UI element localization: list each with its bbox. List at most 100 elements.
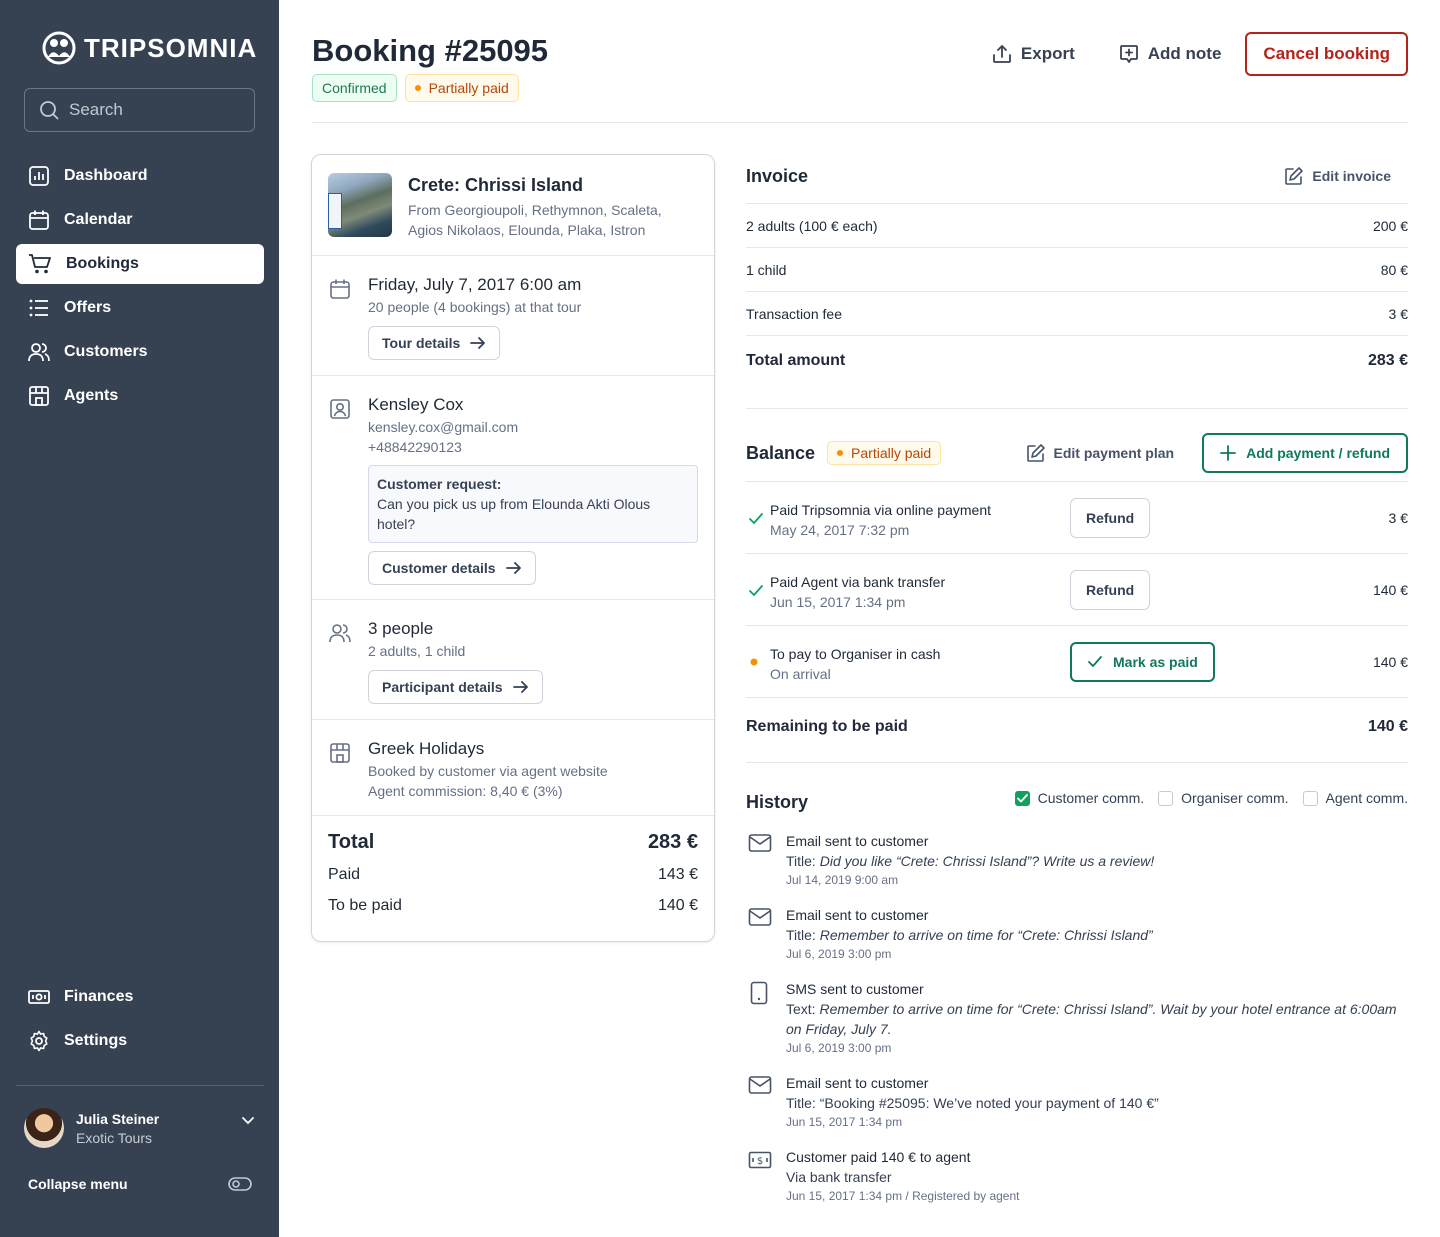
invoice-total-label: Total amount <box>746 351 846 369</box>
invoice-line-label: 2 adults (100 € each) <box>746 217 878 234</box>
history-prefix: Via bank transfer <box>786 1169 892 1185</box>
tour-pickup-line2: Agios Nikolaos, Elounda, Plaka, Istron <box>408 222 646 238</box>
users-icon <box>329 622 351 644</box>
add-payment-button[interactable]: Add payment / refund <box>1202 433 1408 473</box>
main-nav: Dashboard Calendar Bookings Offers Custo… <box>16 156 264 420</box>
filter-agent-comm[interactable]: Agent comm. <box>1302 790 1408 806</box>
payment-amount: 3 € <box>1388 510 1408 526</box>
filter-organiser-comm[interactable]: Organiser comm. <box>1158 790 1289 806</box>
invoice-total-row: Total amount 283 € <box>746 335 1408 385</box>
phone-icon <box>750 981 768 1005</box>
edit-invoice-link[interactable]: Edit invoice <box>1284 166 1391 186</box>
history-date: Jul 14, 2019 9:00 am <box>786 873 899 887</box>
history-text: Did you like “Crete: Chrissi Island”? Wr… <box>819 853 1155 869</box>
filter-label: Agent comm. <box>1325 790 1408 806</box>
search-icon <box>39 100 59 120</box>
add-note-button[interactable]: Add note <box>1097 32 1244 76</box>
nav-label: Bookings <box>66 255 139 272</box>
mail-icon <box>748 1075 772 1095</box>
edit-payment-plan-link[interactable]: Edit payment plan <box>1026 443 1175 463</box>
customer-request: Customer request: Can you pick us up fro… <box>368 465 698 543</box>
mark-as-paid-button[interactable]: Mark as paid <box>1070 642 1215 682</box>
booking-totals: Total 283 € Paid 143 € To be paid 140 € <box>328 831 698 915</box>
edit-invoice-label: Edit invoice <box>1312 168 1391 184</box>
checkbox[interactable] <box>1158 790 1174 806</box>
paid-row: Paid 143 € <box>328 866 698 884</box>
user-menu[interactable]: Julia Steiner Exotic Tours <box>24 1108 256 1148</box>
participant-details-button[interactable]: Participant details <box>368 670 543 704</box>
invoice-line-value: 3 € <box>1388 305 1408 322</box>
calendar-icon <box>329 278 351 300</box>
customer-request-label: Customer request: <box>377 476 502 492</box>
filter-label: Customer comm. <box>1037 790 1145 806</box>
edit-payment-plan-label: Edit payment plan <box>1053 445 1175 461</box>
invoice-header: Invoice Edit invoice <box>746 164 1408 188</box>
total-label: Total <box>328 831 375 853</box>
invoice-title: Invoice <box>746 165 809 186</box>
participant-count: 3 people <box>368 619 434 638</box>
history-title: Email sent to customer <box>786 1075 929 1091</box>
arrow-right-icon <box>505 561 522 575</box>
search-box[interactable] <box>24 88 255 132</box>
nav-item-agents[interactable]: Agents <box>16 376 264 416</box>
svg-text:$: $ <box>757 1156 763 1167</box>
history-title: Email sent to customer <box>786 907 929 923</box>
history-prefix: Title: “Booking #25095: We’ve noted your… <box>786 1095 1159 1111</box>
search-input[interactable] <box>69 100 239 120</box>
brand[interactable]: TRIPSOMNIA <box>42 31 257 65</box>
nav-label: Customers <box>64 343 148 360</box>
payment-title: Paid Tripsomnia via online payment <box>770 502 992 518</box>
paid-label: Paid <box>328 866 361 883</box>
collapse-menu[interactable]: Collapse menu <box>28 1176 252 1192</box>
history-title: SMS sent to customer <box>786 981 924 997</box>
nav-item-finances[interactable]: Finances <box>16 977 264 1017</box>
page-title: Booking #25095 <box>312 33 549 68</box>
payment-info: Paid Agent via bank transfer Jun 15, 201… <box>770 572 945 612</box>
user-org: Exotic Tours <box>76 1129 152 1146</box>
history-prefix: Text: <box>786 1001 820 1017</box>
nav-item-offers[interactable]: Offers <box>16 288 264 328</box>
total-row: Total 283 € <box>328 831 698 854</box>
balance-header: Balance Partially paid Edit payment plan… <box>746 433 1408 473</box>
invoice-line: Transaction fee 3 € <box>746 291 1408 335</box>
paid-value: 143 € <box>657 866 698 883</box>
nav-label: Dashboard <box>64 167 148 184</box>
user-info: Julia Steiner Exotic Tours <box>76 1111 159 1146</box>
sidebar: TRIPSOMNIA Dashboard Calendar Bookings O… <box>0 0 279 1237</box>
mail-icon <box>748 907 772 927</box>
tour-datetime: Friday, July 7, 2017 6:00 am <box>368 275 582 294</box>
export-button[interactable]: Export <box>970 32 1097 76</box>
payment-amount: 140 € <box>1372 582 1408 598</box>
nav-item-bookings[interactable]: Bookings <box>16 244 264 284</box>
nav-label: Finances <box>64 988 134 1005</box>
customer-email[interactable]: kensley.cox@gmail.com <box>368 417 698 437</box>
payment-title: To pay to Organiser in cash <box>770 646 941 662</box>
section-divider <box>746 762 1408 763</box>
nav-item-calendar[interactable]: Calendar <box>16 200 264 240</box>
customer-phone[interactable]: +48842290123 <box>368 437 698 457</box>
collapse-menu-label: Collapse menu <box>28 1176 128 1192</box>
checkbox-checked[interactable] <box>1014 790 1030 806</box>
filter-customer-comm[interactable]: Customer comm. <box>1014 790 1145 806</box>
invoice-line: 1 child 80 € <box>746 247 1408 291</box>
booking-summary-card: Crete: Chrissi Island From Georgioupoli,… <box>311 154 715 942</box>
payment-badge-label: Partially paid <box>428 80 509 96</box>
refund-button[interactable]: Refund <box>1070 498 1151 538</box>
note-plus-icon <box>1119 44 1139 64</box>
remaining-label: Remaining to be paid <box>746 717 908 735</box>
invoice-line-value: 80 € <box>1380 261 1408 278</box>
cancel-booking-button[interactable]: Cancel booking <box>1245 32 1408 76</box>
nav-item-settings[interactable]: Settings <box>16 1021 264 1061</box>
tour-section: Crete: Chrissi Island From Georgioupoli,… <box>312 155 714 256</box>
nav-item-dashboard[interactable]: Dashboard <box>16 156 264 196</box>
toggle-icon[interactable] <box>228 1176 252 1192</box>
chevron-down-icon[interactable] <box>240 1112 256 1128</box>
history-text: Remember to arrive on time for “Crete: C… <box>786 1001 1397 1037</box>
history-date: Jul 6, 2019 3:00 pm <box>786 947 892 961</box>
tour-details-button[interactable]: Tour details <box>368 326 501 360</box>
nav-item-customers[interactable]: Customers <box>16 332 264 372</box>
contact-icon <box>329 398 351 420</box>
checkbox[interactable] <box>1302 790 1318 806</box>
customer-details-button[interactable]: Customer details <box>368 551 536 585</box>
refund-button[interactable]: Refund <box>1070 570 1151 610</box>
